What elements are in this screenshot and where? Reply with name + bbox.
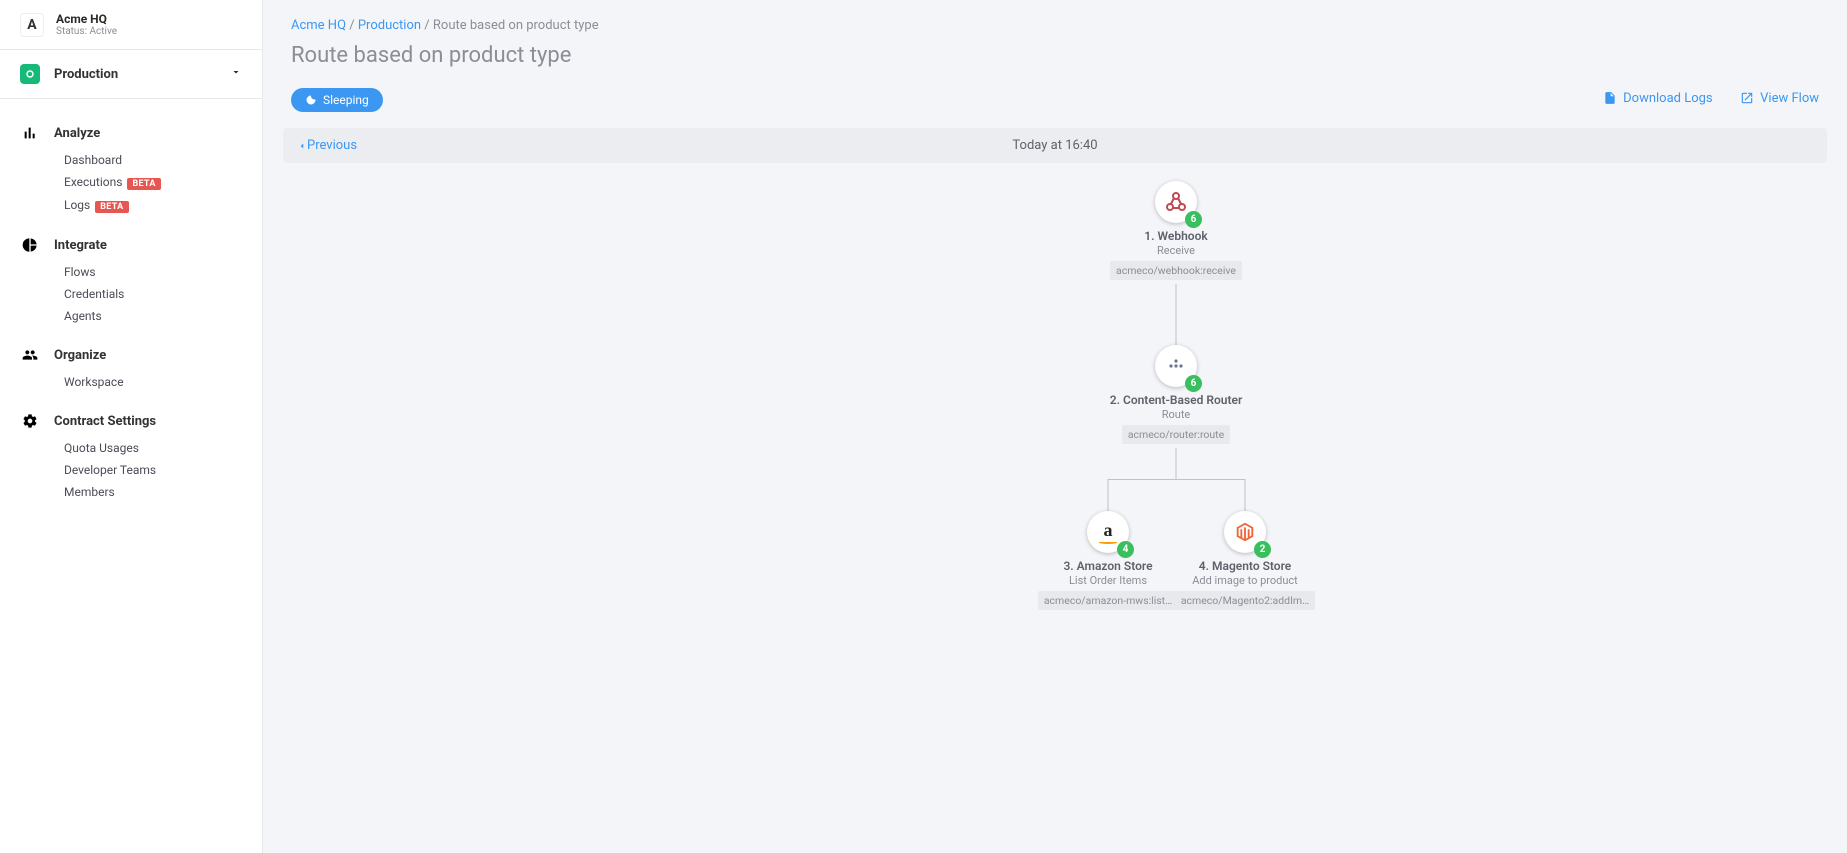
node-icon: a4 — [1087, 511, 1129, 553]
node-title: 1. Webhook — [1091, 229, 1261, 243]
page-title: Route based on product type — [291, 43, 1819, 68]
chevron-left-icon — [297, 141, 307, 151]
sidebar-item[interactable]: Members — [0, 481, 262, 503]
org-switcher[interactable]: A Acme HQ Status: Active — [0, 0, 262, 50]
nav-header-label: Contract Settings — [54, 414, 156, 429]
node-count-badge: 6 — [1185, 211, 1202, 228]
bars-icon — [20, 125, 40, 141]
sidebar-item[interactable]: ExecutionsBETA — [0, 171, 262, 194]
sidebar-item[interactable]: Flows — [0, 261, 262, 283]
nav-header-organize[interactable]: Organize — [0, 339, 262, 371]
execution-timestamp: Today at 16:40 — [1012, 138, 1097, 153]
node-count-badge: 4 — [1117, 541, 1134, 558]
org-status: Status: Active — [56, 26, 117, 37]
sidebar-item[interactable]: Workspace — [0, 371, 262, 393]
env-name: Production — [54, 67, 118, 82]
node-path: acmeco/webhook:receive — [1110, 261, 1242, 280]
org-name: Acme HQ — [56, 12, 117, 26]
node-subtitle: Add image to product — [1160, 574, 1330, 587]
nav-header-label: Analyze — [54, 126, 100, 141]
sidebar-nav: Analyze DashboardExecutionsBETALogsBETA … — [0, 99, 262, 503]
breadcrumb-env[interactable]: Production — [358, 18, 421, 33]
nav-group-integrate: Integrate FlowsCredentialsAgents — [0, 229, 262, 327]
previous-label: Previous — [307, 138, 357, 153]
moon-icon — [305, 94, 317, 106]
sidebar-item[interactable]: Agents — [0, 305, 262, 327]
download-logs-link[interactable]: Download Logs — [1603, 91, 1713, 106]
status-pill[interactable]: Sleeping — [291, 88, 383, 112]
node-path: acmeco/Magento2:addIm… — [1175, 591, 1315, 610]
node-icon: 6 — [1155, 181, 1197, 223]
node-path: acmeco/amazon-mws:list… — [1038, 591, 1178, 610]
breadcrumb-sep: / — [421, 18, 433, 33]
breadcrumb-current: Route based on product type — [433, 18, 599, 33]
env-selector[interactable]: Production — [0, 50, 262, 99]
sidebar-item[interactable]: Quota Usages — [0, 437, 262, 459]
pie-icon — [20, 237, 40, 253]
node-title: 2. Content-Based Router — [1091, 393, 1261, 407]
node-title: 4. Magento Store — [1160, 559, 1330, 573]
flow-canvas[interactable]: 61. WebhookReceiveacmeco/webhook:receive… — [283, 163, 1827, 683]
nav-group-analyze: Analyze DashboardExecutionsBETALogsBETA — [0, 117, 262, 217]
flow-node[interactable]: 24. Magento StoreAdd image to productacm… — [1160, 511, 1330, 614]
node-path: acmeco/router:route — [1122, 425, 1230, 444]
node-subtitle: Route — [1091, 408, 1261, 421]
sidebar-item[interactable]: Developer Teams — [0, 459, 262, 481]
nav-group-settings: Contract Settings Quota UsagesDeveloper … — [0, 405, 262, 503]
sidebar: A Acme HQ Status: Active Production Anal… — [0, 0, 263, 853]
group-icon — [20, 347, 40, 363]
nav-header-settings[interactable]: Contract Settings — [0, 405, 262, 437]
beta-badge: BETA — [95, 201, 128, 213]
flow-node[interactable]: 61. WebhookReceiveacmeco/webhook:receive — [1091, 181, 1261, 284]
external-link-icon — [1740, 91, 1754, 105]
execution-header: Previous Today at 16:40 — [283, 128, 1827, 163]
node-count-badge: 6 — [1185, 375, 1202, 392]
node-subtitle: Receive — [1091, 244, 1261, 257]
gear-icon — [20, 413, 40, 429]
beta-badge: BETA — [127, 178, 160, 190]
file-icon — [1603, 91, 1617, 105]
node-icon: 6 — [1155, 345, 1197, 387]
breadcrumb-sep: / — [346, 18, 358, 33]
org-avatar: A — [20, 13, 44, 37]
nav-group-organize: Organize Workspace — [0, 339, 262, 393]
nav-header-label: Integrate — [54, 238, 107, 253]
breadcrumb: Acme HQ / Production / Route based on pr… — [291, 18, 1819, 33]
sidebar-item[interactable]: LogsBETA — [0, 194, 262, 217]
status-pill-label: Sleeping — [323, 93, 369, 107]
flow-node[interactable]: 62. Content-Based RouterRouteacmeco/rout… — [1091, 345, 1261, 448]
sidebar-item[interactable]: Dashboard — [0, 149, 262, 171]
breadcrumb-org[interactable]: Acme HQ — [291, 18, 346, 33]
nav-header-label: Organize — [54, 348, 106, 363]
nav-header-analyze[interactable]: Analyze — [0, 117, 262, 149]
main-content: Acme HQ / Production / Route based on pr… — [263, 0, 1847, 853]
download-logs-label: Download Logs — [1623, 91, 1713, 106]
chevron-down-icon — [230, 66, 242, 82]
view-flow-link[interactable]: View Flow — [1740, 91, 1819, 106]
node-count-badge: 2 — [1254, 541, 1271, 558]
view-flow-label: View Flow — [1760, 91, 1819, 106]
nav-header-integrate[interactable]: Integrate — [0, 229, 262, 261]
node-icon: 2 — [1224, 511, 1266, 553]
sidebar-item[interactable]: Credentials — [0, 283, 262, 305]
env-icon — [20, 64, 40, 84]
previous-link[interactable]: Previous — [297, 138, 357, 153]
